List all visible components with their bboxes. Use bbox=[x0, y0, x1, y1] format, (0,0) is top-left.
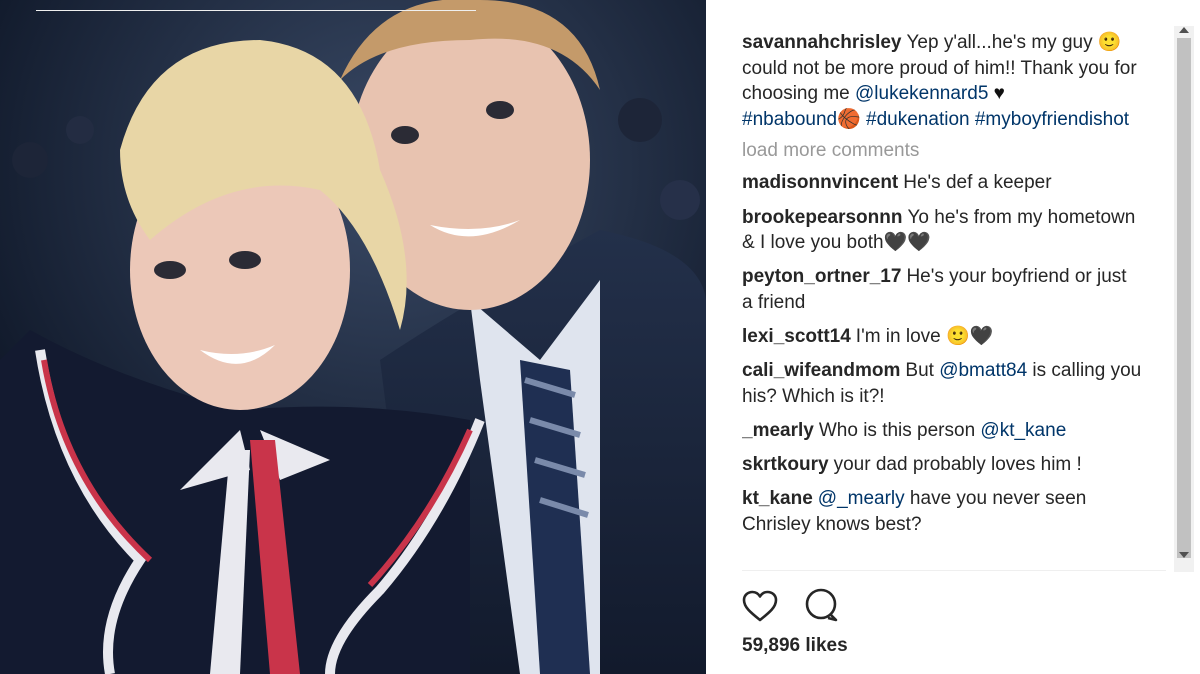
comment-username[interactable]: skrtkoury bbox=[742, 454, 829, 475]
caption-mention[interactable]: @lukekennard5 bbox=[855, 83, 988, 104]
scrollbar-thumb[interactable] bbox=[1177, 38, 1191, 558]
comment-text: your dad probably loves him ! bbox=[833, 454, 1082, 476]
comment: madisonnvincent He's def a keeper bbox=[742, 170, 1142, 196]
heart-outline-icon[interactable] bbox=[742, 590, 778, 627]
comment-username[interactable]: peyton_ortner_17 bbox=[742, 266, 901, 287]
comment-text: But bbox=[905, 360, 940, 382]
comment-text: I'm in love 🙂🖤 bbox=[855, 326, 994, 348]
comment-mention[interactable]: @_mearly bbox=[818, 488, 905, 509]
caption: savannahchrisley Yep y'all...he's my guy … bbox=[742, 30, 1142, 132]
comment: brookepearsonnn Yo he's from my hometown … bbox=[742, 205, 1142, 256]
comment-bubble-icon[interactable] bbox=[804, 588, 838, 627]
comment-text: Who is this person bbox=[818, 420, 981, 442]
caption-hashtags[interactable]: #nbabound🏀 #dukenation #myboyfriendishot bbox=[742, 109, 1129, 130]
top-divider bbox=[36, 10, 476, 11]
load-more-comments-link[interactable]: load more comments bbox=[742, 140, 1142, 162]
comment: cali_wifeandmom But @bmatt84 is calling y… bbox=[742, 358, 1142, 409]
comment: skrtkoury your dad probably loves him ! bbox=[742, 452, 1142, 478]
comment: peyton_ortner_17 He's your boyfriend or j… bbox=[742, 264, 1142, 315]
comment-mention[interactable]: @kt_kane bbox=[980, 420, 1066, 441]
comment-mention[interactable]: @bmatt84 bbox=[939, 360, 1027, 381]
comment: lexi_scott14 I'm in love 🙂🖤 bbox=[742, 324, 1142, 350]
comments-list[interactable]: savannahchrisley Yep y'all...he's my guy … bbox=[742, 30, 1142, 570]
comment: kt_kane @_mearly have you never seen Chri… bbox=[742, 486, 1142, 537]
actions-divider bbox=[742, 570, 1166, 571]
likes-count[interactable]: 59,896 likes bbox=[742, 635, 848, 657]
caption-username[interactable]: savannahchrisley bbox=[742, 32, 901, 53]
comment-username[interactable]: _mearly bbox=[742, 420, 814, 441]
comment-text: He's def a keeper bbox=[903, 172, 1052, 194]
comment: _mearly Who is this person @kt_kane bbox=[742, 418, 1142, 444]
post-photo[interactable] bbox=[0, 0, 706, 674]
comment-username[interactable]: madisonnvincent bbox=[742, 172, 898, 193]
scroll-up-arrow-icon[interactable] bbox=[1179, 27, 1189, 33]
caption-heart: ♥ bbox=[988, 83, 1005, 105]
post-actions bbox=[742, 588, 860, 622]
scroll-down-arrow-icon[interactable] bbox=[1179, 552, 1189, 558]
comment-username[interactable]: lexi_scott14 bbox=[742, 326, 851, 347]
comment-username[interactable]: brookepearsonnn bbox=[742, 207, 902, 228]
comment-username[interactable]: kt_kane bbox=[742, 488, 813, 509]
comment-username[interactable]: cali_wifeandmom bbox=[742, 360, 900, 381]
photo-illustration bbox=[0, 0, 706, 674]
